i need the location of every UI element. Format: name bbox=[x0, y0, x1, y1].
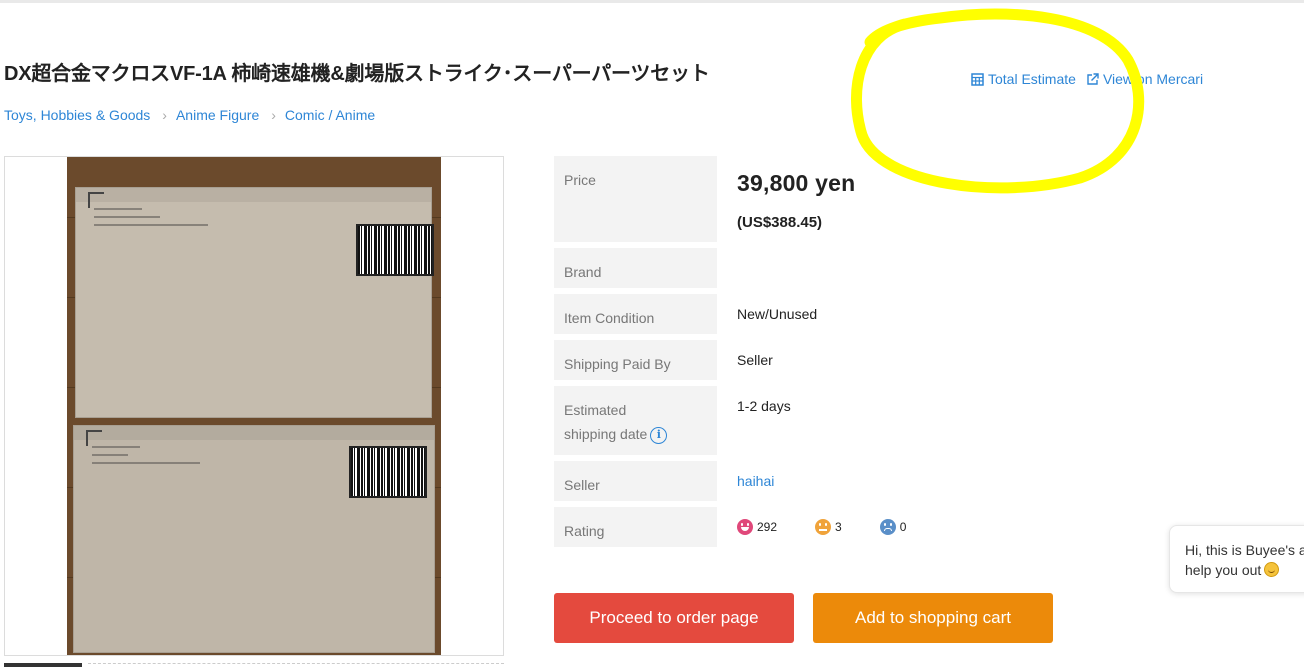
total-estimate-label: Total Estimate bbox=[988, 71, 1076, 87]
condition-label: Item Condition bbox=[554, 294, 717, 334]
price-usd: (US$388.45) bbox=[737, 214, 823, 231]
sad-face-icon bbox=[879, 519, 896, 535]
chat-line-2: help you out bbox=[1185, 562, 1262, 578]
barcode-image bbox=[356, 224, 434, 276]
breadcrumb-item-toys-hobbies-goods[interactable]: Toys, Hobbies & Goods bbox=[4, 107, 150, 123]
product-photo bbox=[67, 157, 441, 655]
add-to-cart-button[interactable]: Add to shopping cart bbox=[813, 593, 1053, 643]
view-on-mercari-link[interactable]: View on Mercari bbox=[1086, 71, 1203, 87]
barcode-image bbox=[349, 446, 427, 498]
view-on-mercari-label: View on Mercari bbox=[1102, 71, 1204, 87]
box-image-bottom bbox=[73, 425, 435, 653]
rating-label: Rating bbox=[554, 507, 717, 547]
chevron-right-icon: › bbox=[162, 107, 167, 123]
seller-label: Seller bbox=[554, 461, 717, 501]
top-border bbox=[0, 0, 1304, 3]
chat-line-1: Hi, this is Buyee's a bbox=[1185, 542, 1304, 558]
thumbnail-strip[interactable] bbox=[88, 663, 504, 667]
top-links: Total Estimate View on Mercari bbox=[971, 71, 1203, 87]
rating-good-count: 292 bbox=[757, 520, 778, 534]
smile-face-icon bbox=[737, 519, 753, 535]
seller-link[interactable]: haihai bbox=[737, 473, 774, 489]
price-label: Price bbox=[554, 156, 717, 242]
breadcrumb: Toys, Hobbies & Goods › Anime Figure › C… bbox=[4, 107, 375, 123]
rating-good: 292 bbox=[737, 519, 777, 535]
smile-emoji-icon bbox=[1264, 562, 1280, 577]
condition-value: New/Unused bbox=[737, 306, 818, 322]
rating-neutral-count: 3 bbox=[835, 520, 842, 534]
product-image-frame[interactable] bbox=[4, 156, 504, 656]
breadcrumb-item-comic-anime[interactable]: Comic / Anime bbox=[285, 107, 375, 123]
price-value: 39,800 yen bbox=[737, 170, 856, 196]
proceed-to-order-button[interactable]: Proceed to order page bbox=[554, 593, 794, 643]
shipping-paid-value: Seller bbox=[737, 352, 773, 368]
chat-bubble[interactable]: Hi, this is Buyee's a help you out bbox=[1169, 525, 1304, 593]
rating-bad: 0 bbox=[879, 519, 907, 535]
total-estimate-link[interactable]: Total Estimate bbox=[971, 71, 1076, 87]
product-title: DX超合金マクロスVF-1A 柿崎速雄機&劇場版ストライク･スーパーパーツセット bbox=[4, 63, 710, 85]
rating-bad-count: 0 bbox=[899, 520, 907, 534]
neutral-face-icon bbox=[815, 519, 832, 535]
breadcrumb-item-anime-figure[interactable]: Anime Figure bbox=[176, 107, 259, 123]
box-image-top bbox=[75, 187, 434, 418]
thumbnail-active[interactable] bbox=[4, 663, 82, 667]
external-link-icon bbox=[1087, 72, 1099, 85]
shipping-paid-label: Shipping Paid By bbox=[554, 340, 717, 380]
brand-label: Brand bbox=[554, 248, 717, 288]
est-shipping-value: 1-2 days bbox=[737, 398, 791, 414]
est-shipping-label-cell: Estimated shipping date i bbox=[554, 386, 717, 455]
info-icon[interactable]: i bbox=[650, 426, 668, 444]
est-shipping-label: Estimated shipping date bbox=[564, 402, 648, 442]
chevron-right-icon: › bbox=[271, 107, 276, 123]
ratings: 292 3 0 bbox=[737, 519, 944, 535]
rating-neutral: 3 bbox=[815, 519, 842, 535]
calculator-icon bbox=[971, 72, 984, 86]
